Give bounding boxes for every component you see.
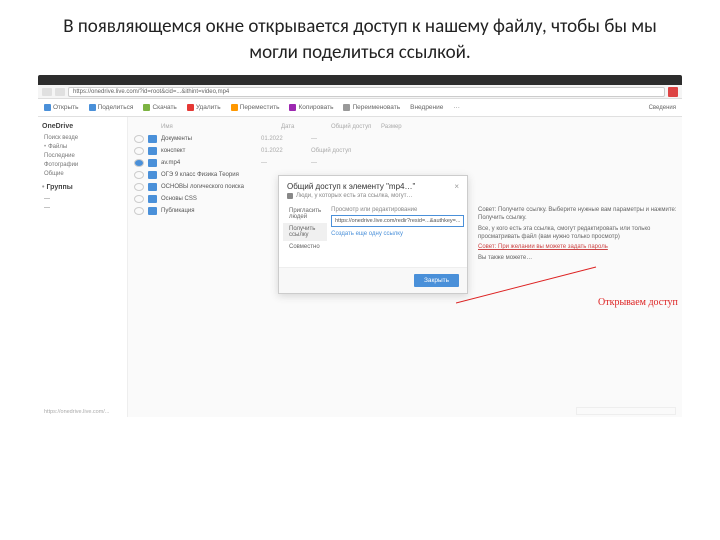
link-mode-label: Просмотр или редактирование bbox=[331, 207, 464, 213]
file-name: ОГЭ 9 класс Физика Теория bbox=[161, 172, 261, 178]
browser-ext-icon[interactable] bbox=[668, 87, 678, 97]
share-icon bbox=[89, 104, 96, 111]
tb-rename[interactable]: Переименовать bbox=[343, 104, 400, 111]
tab-shared[interactable]: Совместно bbox=[283, 241, 327, 253]
tip-text: Совет: Получите ссылку. Выберите нужные … bbox=[478, 207, 688, 223]
tb-share[interactable]: Поделиться bbox=[89, 104, 134, 111]
close-icon[interactable]: × bbox=[454, 182, 459, 191]
file-name: av.mp4 bbox=[161, 160, 261, 166]
tab-invite[interactable]: Пригласить людей bbox=[283, 205, 327, 223]
copy-icon bbox=[289, 104, 296, 111]
file-name: ОСНОВЫ логического поиска bbox=[161, 184, 261, 190]
col-share[interactable]: Общий доступ bbox=[331, 124, 381, 130]
file-name: конспект bbox=[161, 148, 261, 154]
tb-delete[interactable]: Удалить bbox=[187, 104, 221, 111]
file-icon bbox=[148, 195, 157, 203]
rename-icon bbox=[343, 104, 350, 111]
tip-text: Все, у кого есть эта ссылка, смогут реда… bbox=[478, 226, 688, 242]
share-dialog: Общий доступ к элементу "mp4…" × Люди, у… bbox=[278, 175, 468, 294]
tb-open[interactable]: Открыть bbox=[44, 104, 79, 111]
file-share: — bbox=[311, 136, 361, 142]
delete-icon bbox=[187, 104, 194, 111]
tb-download[interactable]: Скачать bbox=[143, 104, 176, 111]
table-header: Имя Дата Общий доступ Размер bbox=[134, 121, 676, 133]
url-field[interactable]: https://onedrive.live.com/?id=root&cid=.… bbox=[68, 87, 665, 97]
file-icon bbox=[148, 135, 157, 143]
file-name: Основы CSS bbox=[161, 196, 261, 202]
sidebar-item[interactable]: — bbox=[42, 203, 123, 212]
tb-more[interactable]: ··· bbox=[453, 104, 460, 111]
tip-text: Вы также можете… bbox=[478, 255, 688, 263]
sidebar-item[interactable]: Общие bbox=[42, 169, 123, 178]
tb-copy[interactable]: Копировать bbox=[289, 104, 333, 111]
col-name[interactable]: Имя bbox=[161, 124, 281, 130]
row-select-icon[interactable] bbox=[134, 195, 144, 203]
row-select-icon[interactable] bbox=[134, 183, 144, 191]
slide-title: В появляющемся окне открывается доступ к… bbox=[0, 0, 720, 75]
file-date: 01.2022 bbox=[261, 148, 311, 154]
sidebar: OneDrive Поиск везде Файлы Последние Фот… bbox=[38, 117, 128, 417]
file-icon bbox=[148, 171, 157, 179]
sidebar-groups: Группы bbox=[42, 184, 123, 191]
col-date[interactable]: Дата bbox=[281, 124, 331, 130]
file-name: Публикация bbox=[161, 208, 261, 214]
row-select-icon[interactable] bbox=[134, 159, 144, 167]
file-date: — bbox=[261, 160, 311, 166]
move-icon bbox=[231, 104, 238, 111]
file-icon bbox=[148, 183, 157, 191]
file-date: 01.2022 bbox=[261, 136, 311, 142]
tb-details[interactable]: Сведения bbox=[649, 105, 676, 111]
tips-panel: Совет: Получите ссылку. Выберите нужные … bbox=[478, 207, 688, 266]
browser-tab-strip bbox=[38, 75, 682, 85]
sidebar-brand: OneDrive bbox=[42, 123, 123, 130]
nav-fwd-icon[interactable] bbox=[55, 88, 65, 96]
sidebar-item[interactable]: Последние bbox=[42, 151, 123, 160]
table-row[interactable]: конспект01.2022Общий доступ bbox=[134, 145, 676, 157]
annotation-text: Открываем доступ bbox=[598, 297, 678, 308]
download-icon bbox=[143, 104, 150, 111]
tb-embed[interactable]: Внедрение bbox=[410, 104, 443, 111]
status-bar-right bbox=[576, 407, 676, 415]
file-icon bbox=[148, 207, 157, 215]
sidebar-item[interactable]: Файлы bbox=[42, 142, 123, 151]
sidebar-search[interactable]: Поиск везде bbox=[42, 133, 123, 142]
file-name: Документы bbox=[161, 136, 261, 142]
dialog-title: Общий доступ к элементу "mp4…" bbox=[287, 182, 415, 191]
row-select-icon[interactable] bbox=[134, 135, 144, 143]
col-size[interactable]: Размер bbox=[381, 124, 431, 130]
file-icon bbox=[148, 147, 157, 155]
table-row[interactable]: av.mp4—— bbox=[134, 157, 676, 169]
row-select-icon[interactable] bbox=[134, 147, 144, 155]
tb-move[interactable]: Переместить bbox=[231, 104, 280, 111]
dialog-subtitle: Люди, у которых есть эта ссылка, могут… bbox=[279, 193, 467, 203]
lock-icon bbox=[287, 193, 293, 199]
open-icon bbox=[44, 104, 51, 111]
sidebar-item[interactable]: — bbox=[42, 194, 123, 203]
dialog-tabs: Пригласить людей Получить ссылку Совмест… bbox=[279, 203, 327, 259]
share-link-input[interactable]: https://onedrive.live.com/redir?resid=..… bbox=[331, 215, 464, 227]
nav-back-icon[interactable] bbox=[42, 88, 52, 96]
tab-getlink[interactable]: Получить ссылку bbox=[283, 223, 327, 241]
file-share: Общий доступ bbox=[311, 148, 361, 154]
tip-link[interactable]: Совет: При желании вы можете задать паро… bbox=[478, 244, 688, 252]
row-select-icon[interactable] bbox=[134, 171, 144, 179]
done-button[interactable]: Закрыть bbox=[414, 274, 459, 287]
dialog-header: Общий доступ к элементу "mp4…" × bbox=[279, 176, 467, 193]
file-share: — bbox=[311, 160, 361, 166]
table-row[interactable]: Документы01.2022— bbox=[134, 133, 676, 145]
sidebar-item[interactable]: Фотографии bbox=[42, 160, 123, 169]
create-another-link[interactable]: Создать еще одну ссылку bbox=[331, 231, 464, 237]
file-icon bbox=[148, 159, 157, 167]
row-select-icon[interactable] bbox=[134, 207, 144, 215]
content-area: OneDrive Поиск везде Файлы Последние Фот… bbox=[38, 117, 682, 417]
app-toolbar: Открыть Поделиться Скачать Удалить Перем… bbox=[38, 99, 682, 117]
address-bar: https://onedrive.live.com/?id=root&cid=.… bbox=[38, 85, 682, 99]
